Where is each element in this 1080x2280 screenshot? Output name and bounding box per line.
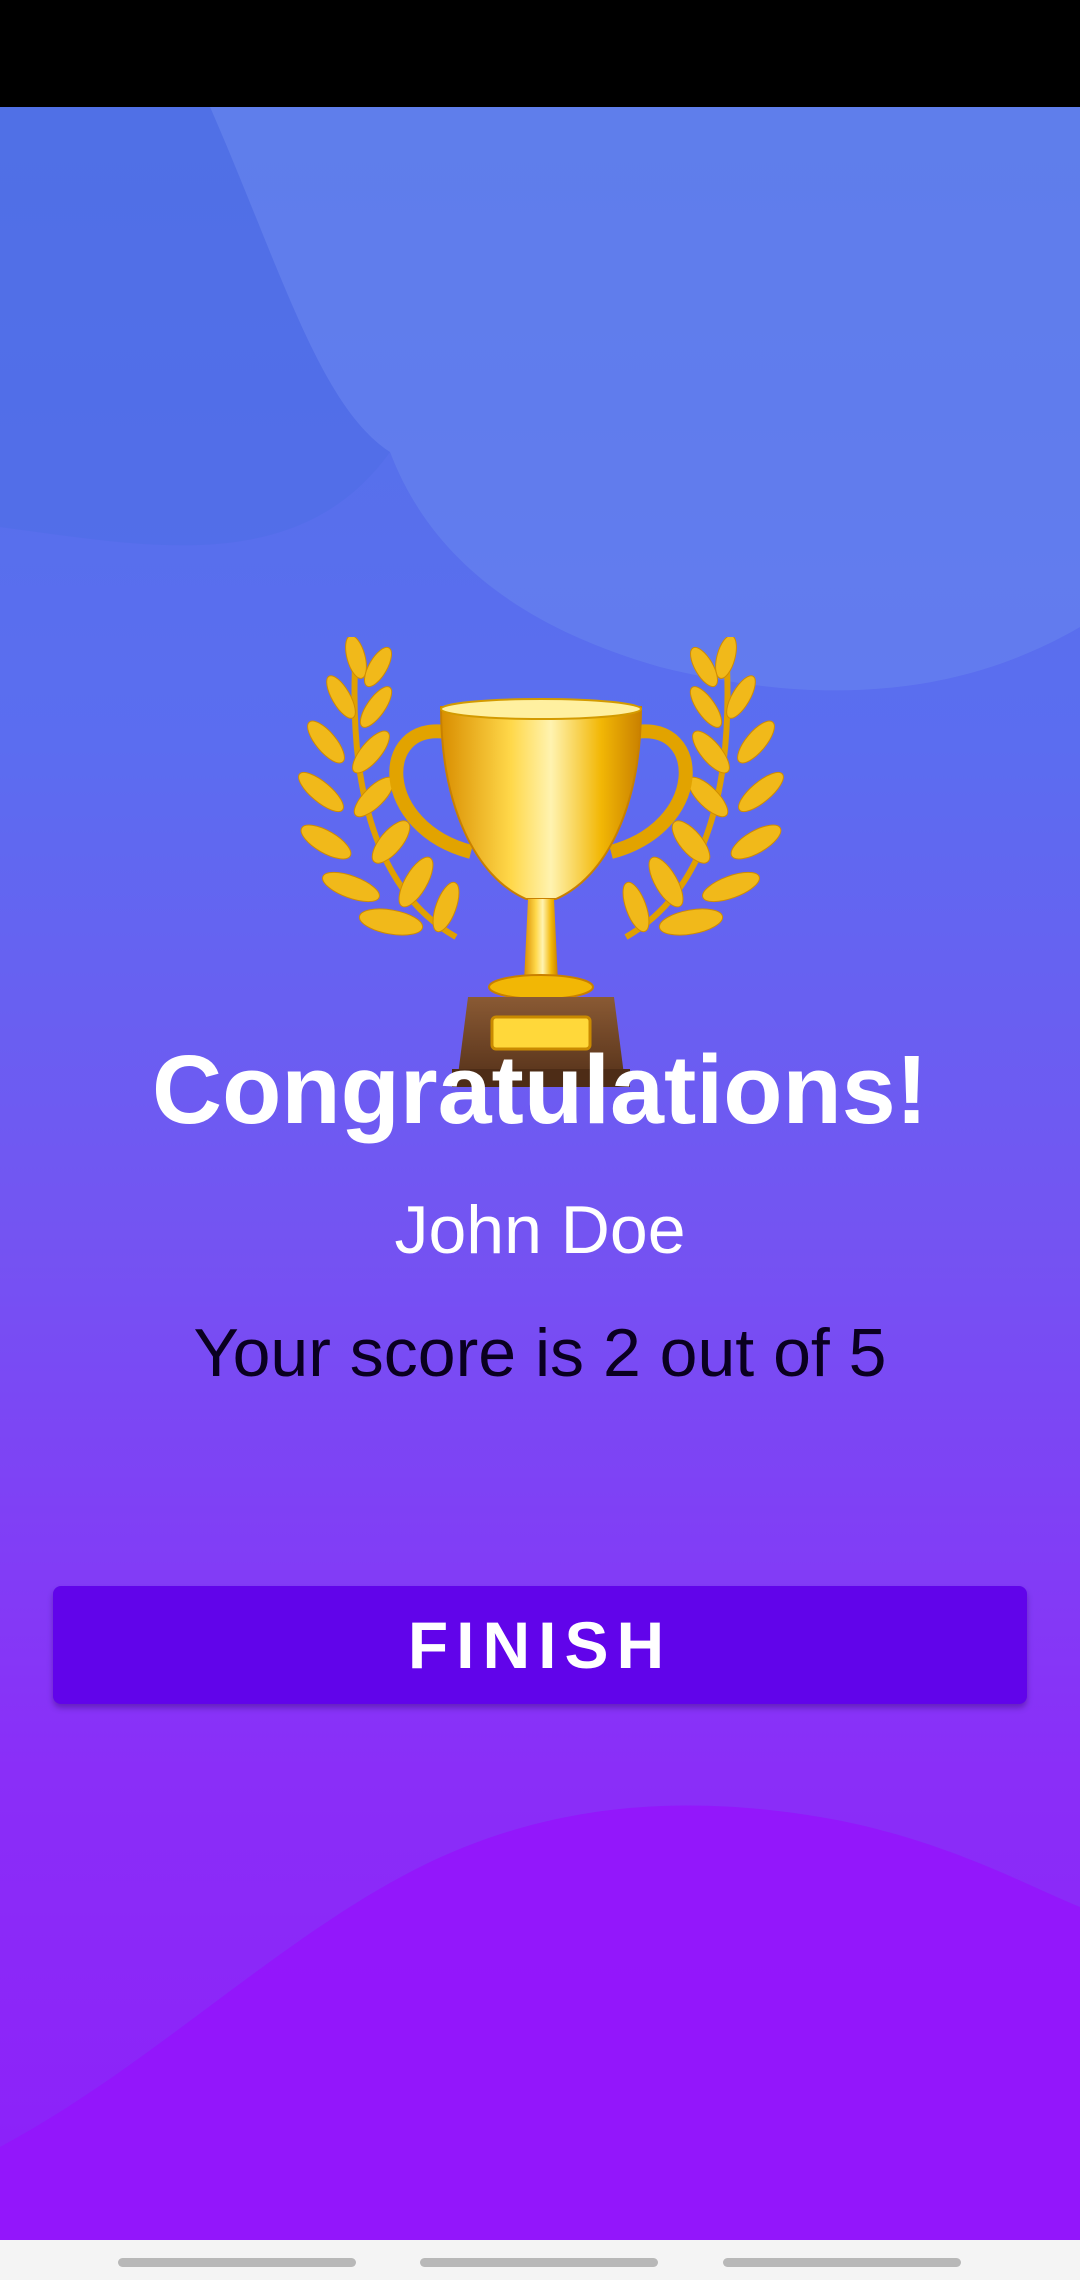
finish-button-label: FINISH [407, 1608, 673, 1682]
result-screen: Congratulations! John Doe Your score is … [0, 107, 1080, 2240]
background-waves [0, 107, 1080, 2240]
congratulations-title: Congratulations! [152, 1035, 928, 1144]
nav-handle-right[interactable] [723, 2258, 961, 2267]
nav-handle-center[interactable] [420, 2258, 658, 2267]
nav-handle-left[interactable] [118, 2258, 356, 2267]
player-name: John Doe [394, 1192, 686, 1268]
finish-button[interactable]: FINISH [53, 1586, 1027, 1704]
trophy-icon [298, 637, 784, 1087]
navigation-bar [0, 2240, 1080, 2280]
score-text: Your score is 2 out of 5 [193, 1315, 887, 1391]
status-bar [0, 0, 1080, 107]
